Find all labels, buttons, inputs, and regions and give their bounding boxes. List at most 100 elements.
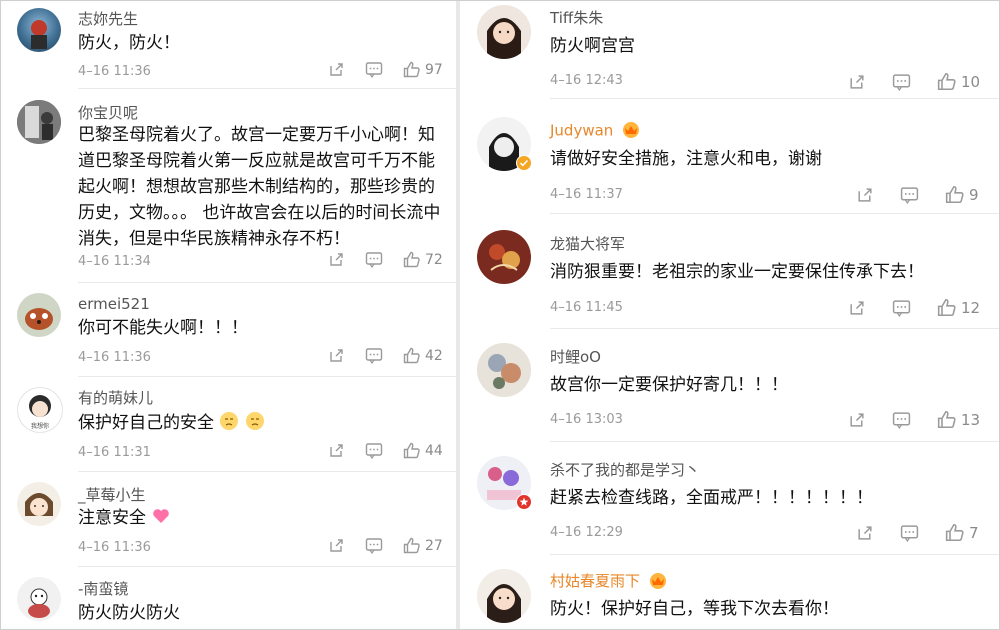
- comment-text: 防火防火防火: [78, 603, 180, 623]
- avatar[interactable]: [17, 293, 61, 337]
- comment-icon[interactable]: [892, 299, 911, 317]
- comment-time: 4–16 12:29: [550, 525, 623, 540]
- avatar[interactable]: [477, 569, 531, 623]
- comment-item: 你宝贝呢 巴黎圣母院着火了。故宫一定要万千小心啊！知道巴黎圣母院着火第一反应就是…: [0, 89, 456, 283]
- like-count: 13: [961, 410, 981, 429]
- comment-item: 我想你 有的萌妹儿 保护好自己的安全 4–16 11:31 44: [0, 377, 456, 472]
- avatar[interactable]: [17, 8, 61, 52]
- commenter-name[interactable]: 志妳先生: [78, 8, 138, 29]
- commenter-name-text: Judywan: [550, 121, 614, 140]
- thumbs-up-icon: [945, 185, 964, 204]
- like-count: 7: [969, 523, 979, 542]
- comment-actions: 27: [328, 537, 443, 554]
- thumbs-up-icon: [403, 251, 420, 268]
- comment-time: 4–16 12:43: [550, 73, 623, 88]
- like-button[interactable]: 72: [403, 251, 443, 268]
- comment-text: 保护好自己的安全: [78, 410, 448, 439]
- comment-actions: 42: [328, 347, 443, 364]
- comment-actions: 10: [848, 72, 980, 91]
- avatar[interactable]: 我想你: [17, 387, 63, 433]
- like-button[interactable]: 27: [403, 537, 443, 554]
- commenter-name[interactable]: 龙猫大将军: [550, 233, 625, 254]
- commenter-name[interactable]: Judywan: [550, 120, 641, 142]
- comment-icon[interactable]: [892, 411, 911, 429]
- comment-text: 请做好安全措施，注意火和电，谢谢: [550, 149, 822, 169]
- comment-actions: 7: [856, 523, 979, 542]
- thumbs-up-icon: [403, 347, 420, 364]
- svg-text:我想你: 我想你: [31, 422, 49, 430]
- comment-item: ermei521 你可不能失火啊！！！ 4–16 11:36 42: [0, 283, 456, 377]
- comment-item: Judywan 请做好安全措施，注意火和电，谢谢 4–16 11:37 9: [460, 99, 1000, 214]
- comment-icon[interactable]: [365, 537, 383, 554]
- comment-item: 杀不了我的都是学习丶 赶紧去检查线路，全面戒严！！！！！！！ 4–16 12:2…: [460, 442, 1000, 555]
- commenter-name[interactable]: ermei521: [78, 295, 150, 313]
- comment-item: 志妳先生 防火，防火！ 4–16 11:36 97: [0, 0, 456, 89]
- comment-text-content: 注意安全: [78, 508, 146, 528]
- share-icon[interactable]: [856, 524, 874, 542]
- like-button[interactable]: 13: [937, 410, 980, 429]
- like-count: 9: [969, 185, 979, 204]
- comment-column-right: Tiff朱朱 防火啊宫宫 4–16 12:43 10 Judywan 请做好安全…: [460, 0, 1000, 630]
- comment-time: 4–16 11:31: [78, 445, 151, 460]
- comment-icon[interactable]: [900, 524, 919, 542]
- thumbs-up-icon: [403, 537, 420, 554]
- share-icon[interactable]: [328, 537, 345, 554]
- comment-item: 时鲤oO 故宫你一定要保护好寄几！！！ 4–16 13:03 13: [460, 329, 1000, 442]
- thumbs-up-icon: [937, 298, 956, 317]
- commenter-name[interactable]: 你宝贝呢: [78, 102, 138, 123]
- comment-time: 4–16 11:36: [78, 64, 151, 79]
- like-button[interactable]: 42: [403, 347, 443, 364]
- commenter-name[interactable]: 有的萌妹儿: [78, 387, 153, 408]
- avatar[interactable]: [17, 100, 61, 144]
- commenter-name[interactable]: 时鲤oO: [550, 346, 601, 367]
- comment-text: 注意安全: [78, 505, 448, 534]
- share-icon[interactable]: [848, 411, 866, 429]
- share-icon[interactable]: [848, 73, 866, 91]
- like-count: 72: [425, 251, 443, 268]
- commenter-name[interactable]: -南蛮镜: [78, 578, 128, 599]
- avatar[interactable]: [477, 230, 531, 284]
- comment-actions: 72: [328, 251, 443, 268]
- like-button[interactable]: 7: [945, 523, 979, 542]
- commenter-name[interactable]: 村姑春夏雨下: [550, 570, 668, 593]
- comment-icon[interactable]: [365, 347, 383, 364]
- comment-text: 防火！保护好自己，等我下次去看你！: [550, 599, 839, 619]
- comment-icon[interactable]: [900, 186, 919, 204]
- like-button[interactable]: 10: [937, 72, 980, 91]
- like-count: 44: [425, 442, 443, 459]
- avatar[interactable]: [477, 343, 531, 397]
- commenter-name[interactable]: 杀不了我的都是学习丶: [550, 459, 700, 480]
- heart-emoji-icon: [151, 506, 171, 534]
- share-icon[interactable]: [328, 251, 345, 268]
- comment-item: Tiff朱朱 防火啊宫宫 4–16 12:43 10: [460, 0, 1000, 99]
- comment-icon[interactable]: [365, 442, 383, 459]
- comment-text: 你可不能失火啊！！！: [78, 318, 248, 338]
- commenter-name[interactable]: _草莓小生: [78, 484, 146, 505]
- like-button[interactable]: 9: [945, 185, 979, 204]
- comment-text: 故宫你一定要保护好寄几！！！: [550, 375, 788, 395]
- share-icon[interactable]: [328, 347, 345, 364]
- share-icon[interactable]: [856, 186, 874, 204]
- share-icon[interactable]: [328, 61, 345, 78]
- avatar[interactable]: [17, 482, 61, 526]
- comment-text: 赶紧去检查线路，全面戒严！！！！！！！: [550, 488, 873, 508]
- avatar[interactable]: [477, 5, 531, 59]
- comment-icon[interactable]: [365, 61, 383, 78]
- share-icon[interactable]: [328, 442, 345, 459]
- comment-column-left: 志妳先生 防火，防火！ 4–16 11:36 97 你宝贝呢 巴黎圣母院着火了。…: [0, 0, 456, 630]
- like-button[interactable]: 44: [403, 442, 443, 459]
- vip-crown-icon: [648, 571, 668, 593]
- comment-icon[interactable]: [365, 251, 383, 268]
- comment-icon[interactable]: [892, 73, 911, 91]
- comment-item: -南蛮镜 防火防火防火: [0, 567, 456, 630]
- comment-item: 龙猫大将军 消防狠重要！老祖宗的家业一定要保住传承下去！ 4–16 11:45 …: [460, 214, 1000, 329]
- commenter-name[interactable]: Tiff朱朱: [550, 7, 603, 28]
- avatar[interactable]: [17, 577, 61, 621]
- share-icon[interactable]: [848, 299, 866, 317]
- comment-text: 消防狠重要！老祖宗的家业一定要保住传承下去！: [550, 262, 924, 282]
- like-count: 27: [425, 537, 443, 554]
- sad-face-emoji-icon: [245, 411, 265, 439]
- like-button[interactable]: 12: [937, 298, 980, 317]
- comment-text: 巴黎圣母院着火了。故宫一定要万千小心啊！知道巴黎圣母院着火第一反应就是故宫可千万…: [78, 125, 441, 249]
- like-button[interactable]: 97: [403, 61, 443, 78]
